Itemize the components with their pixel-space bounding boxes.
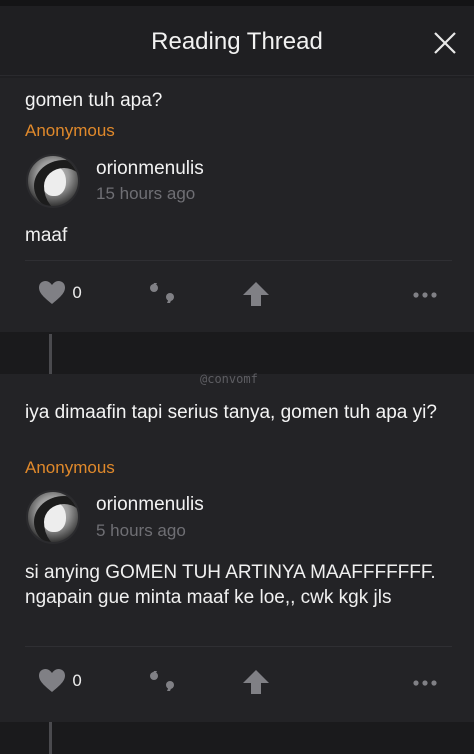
asker-name: Anonymous (25, 458, 115, 477)
like-button[interactable]: 0 (38, 666, 88, 696)
divider (25, 646, 452, 647)
thread-post: iya dimaafin tapi serius tanya, gomen tu… (0, 374, 474, 722)
like-button[interactable]: 0 (38, 278, 88, 308)
question-text: iya dimaafin tapi serius tanya, gomen tu… (25, 402, 437, 423)
upvote-arrow-icon (243, 282, 269, 306)
more-dots-icon (413, 680, 437, 686)
quote-icon (150, 671, 174, 691)
thread-line (49, 334, 52, 374)
like-count: 0 (72, 283, 83, 302)
action-bar: 0 (0, 666, 474, 696)
thread-connector (0, 332, 474, 374)
username[interactable]: orionmenulis (96, 494, 204, 516)
thread-connector (0, 722, 474, 754)
answer-text: maaf (25, 225, 68, 246)
more-button[interactable] (412, 674, 438, 686)
avatar[interactable] (26, 490, 80, 544)
username[interactable]: orionmenulis (96, 158, 204, 180)
question-text: gomen tuh apa? (25, 90, 163, 111)
timestamp: 5 hours ago (96, 521, 186, 540)
close-icon (434, 32, 456, 54)
like-count: 0 (72, 671, 83, 690)
action-bar: 0 (0, 278, 474, 308)
more-dots-icon (413, 292, 437, 298)
more-button[interactable] (412, 286, 438, 298)
close-button[interactable] (430, 28, 460, 58)
divider (25, 260, 452, 261)
avatar[interactable] (26, 154, 80, 208)
quote-icon (150, 283, 174, 303)
thread-post: gomen tuh apa? Anonymous orionmenulis 15… (0, 78, 474, 332)
asker-name: Anonymous (25, 121, 115, 140)
heart-icon (39, 669, 65, 692)
upvote-arrow-icon (243, 670, 269, 694)
page-title: Reading Thread (151, 28, 323, 55)
upvote-button[interactable] (242, 668, 270, 696)
quote-button[interactable] (148, 280, 178, 306)
upvote-button[interactable] (242, 280, 270, 308)
heart-icon (39, 281, 65, 304)
thread-line (49, 722, 52, 754)
header-bar: Reading Thread (0, 6, 474, 76)
quote-button[interactable] (148, 668, 178, 694)
answer-text: si anying GOMEN TUH ARTINYA MAAFFFFFFF. … (25, 562, 436, 608)
timestamp: 15 hours ago (96, 184, 196, 203)
watermark: @convomf (200, 372, 258, 386)
